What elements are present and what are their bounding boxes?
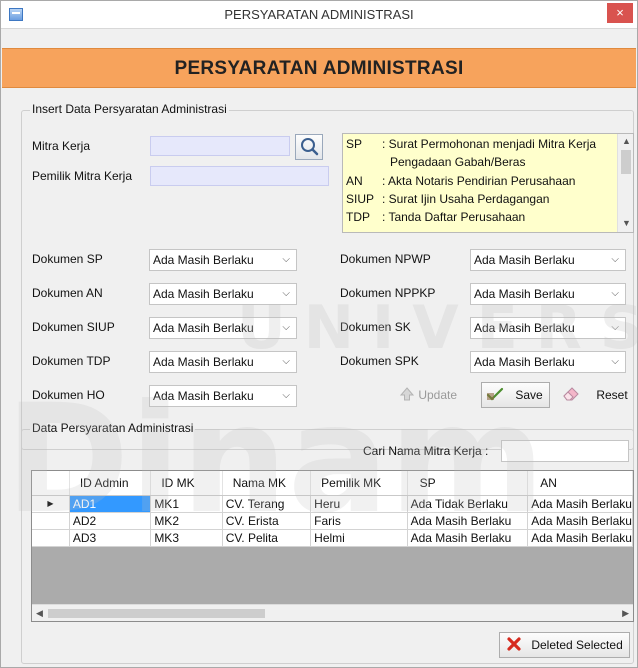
table-cell[interactable]: CV. Pelita — [222, 529, 312, 547]
table-row[interactable]: ▶ AD1 MK1 CV. Terang Heru Ada Tidak Berl… — [32, 495, 633, 513]
search-name-input[interactable] — [501, 440, 629, 462]
update-button[interactable]: Update — [399, 383, 457, 407]
scroll-up-icon[interactable]: ▲ — [622, 136, 631, 146]
dokumen-ho-select[interactable]: Ada Masih Berlaku ⌵ — [149, 385, 297, 407]
dokumen-siup-label: Dokumen SIUP — [32, 320, 115, 334]
dokumen-spk-select[interactable]: Ada Masih Berlaku ⌵ — [470, 351, 626, 373]
dokumen-npwp-select[interactable]: Ada Masih Berlaku ⌵ — [470, 249, 626, 271]
save-icon — [486, 387, 504, 401]
data-grid[interactable]: ID Admin ID MK Nama MK Pemilik MK SP AN … — [31, 470, 634, 622]
dokumen-nppkp-select[interactable]: Ada Masih Berlaku ⌵ — [470, 283, 626, 305]
window-title: PERSYARATAN ADMINISTRASI — [224, 7, 414, 22]
pemilik-mitra-label: Pemilik Mitra Kerja — [32, 169, 133, 183]
dokumen-an-label: Dokumen AN — [32, 286, 103, 300]
scroll-left-icon[interactable]: ◀ — [36, 608, 43, 619]
chevron-down-icon: ⌵ — [611, 322, 619, 333]
table-cell[interactable]: Ada Masih Berlaku — [407, 529, 529, 547]
scroll-thumb[interactable] — [48, 609, 265, 618]
dokumen-nppkp-label: Dokumen NPPKP — [340, 286, 436, 300]
chevron-down-icon: ⌵ — [611, 356, 619, 367]
dokumen-ho-label: Dokumen HO — [32, 388, 105, 402]
app-window: PERSYARATAN ADMINISTRASI × PERSYARATAN A… — [0, 0, 638, 668]
table-cell[interactable]: Heru — [310, 495, 408, 513]
row-header-column — [32, 471, 70, 496]
scroll-down-icon[interactable]: ▼ — [622, 218, 631, 228]
column-header-sp[interactable]: SP — [407, 471, 529, 496]
dokumen-sp-label: Dokumen SP — [32, 252, 103, 266]
insert-group-title: Insert Data Persyaratan Administrasi — [30, 102, 229, 116]
header-banner: PERSYARATAN ADMINISTRASI — [2, 48, 636, 88]
column-header-nama-mk[interactable]: Nama MK — [222, 471, 312, 496]
row-selector-icon[interactable] — [32, 529, 70, 547]
column-header-id-mk[interactable]: ID MK — [150, 471, 223, 496]
search-mitra-button[interactable] — [295, 134, 323, 160]
dokumen-tdp-label: Dokumen TDP — [32, 354, 111, 368]
table-row[interactable]: AD3 MK3 CV. Pelita Helmi Ada Masih Berla… — [32, 529, 633, 547]
table-cell[interactable]: Ada Masih Berlaku — [527, 529, 633, 547]
table-cell[interactable]: AD2 — [69, 512, 152, 530]
dokumen-siup-select[interactable]: Ada Masih Berlaku ⌵ — [149, 317, 297, 339]
data-group-title: Data Persyaratan Administrasi — [30, 421, 196, 435]
chevron-down-icon: ⌵ — [282, 288, 290, 299]
table-cell[interactable]: CV. Erista — [222, 512, 312, 530]
table-cell[interactable]: Ada Tidak Berlaku — [407, 495, 529, 513]
delete-x-icon — [507, 637, 521, 651]
dokumen-sk-select[interactable]: Ada Masih Berlaku ⌵ — [470, 317, 626, 339]
chevron-down-icon: ⌵ — [282, 254, 290, 265]
title-bar: PERSYARATAN ADMINISTRASI × — [1, 1, 637, 29]
delete-selected-button[interactable]: Deleted Selected — [499, 632, 630, 658]
save-button[interactable]: Save — [481, 382, 550, 408]
chevron-down-icon: ⌵ — [611, 288, 619, 299]
table-cell[interactable]: Ada Masih Berlaku — [407, 512, 529, 530]
dokumen-npwp-label: Dokumen NPWP — [340, 252, 431, 266]
table-cell[interactable]: Ada Masih Berlaku — [527, 495, 633, 513]
search-name-label: Cari Nama Mitra Kerja : — [363, 444, 489, 458]
chevron-down-icon: ⌵ — [282, 390, 290, 401]
reset-button[interactable]: Reset — [561, 383, 628, 407]
table-cell[interactable]: AD3 — [69, 529, 152, 547]
chevron-down-icon: ⌵ — [611, 254, 619, 265]
table-cell[interactable]: MK3 — [150, 529, 223, 547]
grid-horizontal-scrollbar[interactable]: ◀ ▶ — [32, 604, 633, 621]
chevron-down-icon: ⌵ — [282, 322, 290, 333]
mitra-kerja-label: Mitra Kerja — [32, 139, 91, 153]
table-cell[interactable]: CV. Terang — [222, 495, 312, 513]
pemilik-mitra-field[interactable] — [150, 166, 329, 186]
dokumen-tdp-select[interactable]: Ada Masih Berlaku ⌵ — [149, 351, 297, 373]
close-button[interactable]: × — [607, 3, 633, 23]
dokumen-sk-label: Dokumen SK — [340, 320, 411, 334]
dokumen-an-select[interactable]: Ada Masih Berlaku ⌵ — [149, 283, 297, 305]
table-header-row: ID Admin ID MK Nama MK Pemilik MK SP AN — [32, 471, 633, 496]
row-selector-icon[interactable]: ▶ — [32, 495, 70, 513]
chevron-down-icon: ⌵ — [282, 356, 290, 367]
table-cell[interactable]: MK2 — [150, 512, 223, 530]
column-header-pemilik-mk[interactable]: Pemilik MK — [310, 471, 408, 496]
search-icon — [301, 138, 319, 156]
eraser-icon — [563, 387, 579, 401]
table-cell[interactable]: Faris — [310, 512, 408, 530]
scroll-thumb[interactable] — [621, 150, 631, 174]
column-header-an[interactable]: AN — [527, 471, 633, 496]
row-selector-icon[interactable] — [32, 512, 70, 530]
scroll-right-icon[interactable]: ▶ — [622, 608, 629, 619]
legend-scrollbar[interactable]: ▲ ▼ — [617, 134, 633, 232]
table-row[interactable]: AD2 MK2 CV. Erista Faris Ada Masih Berla… — [32, 512, 633, 530]
table-cell[interactable]: Ada Masih Berlaku — [527, 512, 633, 530]
table-cell[interactable]: MK1 — [150, 495, 223, 513]
column-header-id-admin[interactable]: ID Admin — [69, 471, 152, 496]
dokumen-sp-select[interactable]: Ada Masih Berlaku ⌵ — [149, 249, 297, 271]
abbreviation-legend[interactable]: SP: Surat Permohonan menjadi Mitra Kerja… — [342, 133, 634, 233]
mitra-kerja-field[interactable] — [150, 136, 290, 156]
data-table: ID Admin ID MK Nama MK Pemilik MK SP AN … — [32, 471, 633, 547]
table-cell[interactable]: AD1 — [69, 495, 152, 513]
up-arrow-icon — [399, 387, 415, 401]
table-cell[interactable]: Helmi — [310, 529, 408, 547]
dokumen-spk-label: Dokumen SPK — [340, 354, 419, 368]
